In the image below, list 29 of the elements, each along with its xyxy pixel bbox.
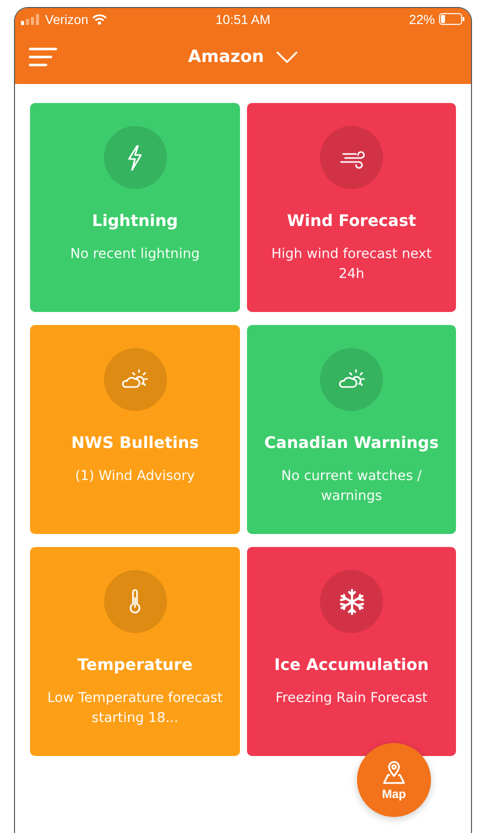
map-pin-icon: [381, 759, 407, 785]
chevron-down-icon: [276, 51, 298, 63]
battery-percent: 22%: [408, 12, 435, 26]
alert-card[interactable]: Canadian Warnings No current watches / warnings: [247, 325, 456, 534]
location-dropdown[interactable]: Amazon: [182, 46, 304, 68]
alert-card[interactable]: Temperature Low Temperature forecast starting 18...: [30, 547, 240, 756]
card-title: Lightning: [92, 211, 178, 230]
menu-button[interactable]: [29, 47, 57, 67]
card-subtitle: Freezing Rain Forecast: [276, 689, 428, 708]
alert-card[interactable]: Wind Forecast High wind forecast next 24h: [247, 103, 456, 312]
card-title: Canadian Warnings: [264, 433, 439, 452]
card-title: Ice Accumulation: [274, 655, 429, 674]
map-button[interactable]: Map: [357, 743, 431, 817]
alert-card[interactable]: Lightning No recent lightning: [30, 103, 240, 312]
card-title: Temperature: [77, 655, 193, 674]
card-subtitle: High wind forecast next 24h: [270, 245, 433, 284]
signal-icon: [21, 14, 41, 24]
card-subtitle: (1) Wind Advisory: [75, 467, 195, 486]
card-title: NWS Bulletins: [71, 433, 199, 452]
card-subtitle: No current watches / warnings: [280, 467, 423, 506]
battery-icon: [439, 13, 465, 25]
card-title: Wind Forecast: [286, 211, 416, 230]
carrier-name: Verizon: [45, 12, 88, 26]
alert-card[interactable]: Ice Accumulation Freezing Rain Forecast: [247, 547, 456, 756]
clock-time: 10:51 AM: [216, 12, 270, 26]
alert-card[interactable]: NWS Bulletins (1) Wind Advisory: [30, 325, 240, 534]
wifi-icon: [92, 14, 108, 24]
card-subtitle: Low Temperature forecast starting 18...: [46, 689, 224, 728]
card-subtitle: No recent lightning: [70, 245, 200, 264]
